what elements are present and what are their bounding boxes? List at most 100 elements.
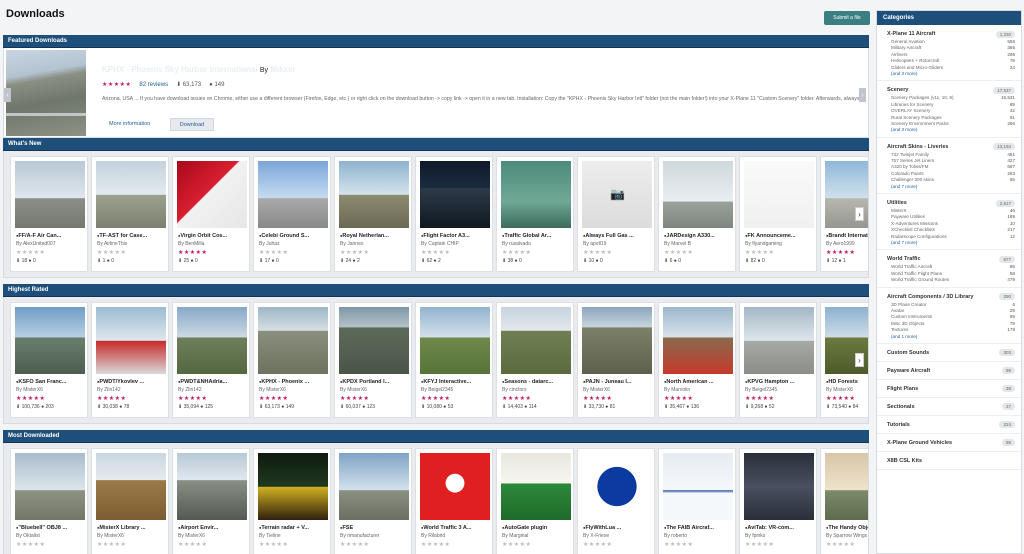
- highest-rated-thumbnail[interactable]: [15, 307, 85, 374]
- category-name[interactable]: Flight Plans: [887, 386, 918, 392]
- highest-rated-card-author[interactable]: By Beigel2345: [421, 387, 491, 393]
- highest-rated-card[interactable]: KFYJ Interactive... By Beigel2345 ★★★★★ ⬇ 1…: [415, 302, 493, 418]
- whats-new-card[interactable]: FK Announceme... By flyandgaming ★★★★★ ⬇ 82…: [739, 156, 817, 272]
- most-downloaded-card-author[interactable]: By nmanufacturer: [340, 533, 410, 539]
- most-downloaded-card-title[interactable]: The Handy Obje...: [826, 525, 868, 531]
- featured-title[interactable]: KPHX - Phoenix Sky Harbor International …: [102, 65, 296, 74]
- category-name[interactable]: Utilities: [887, 200, 907, 206]
- most-downloaded-card-title[interactable]: The FAIB Aircraf...: [664, 525, 734, 531]
- most-downloaded-card-author[interactable]: By Tieline: [259, 533, 329, 539]
- whats-new-card-author[interactable]: By Jannes: [340, 241, 410, 247]
- whats-new-card[interactable]: Traffic Global Ar... By rusalvado ★★★★★ ⬇ 3…: [496, 156, 574, 272]
- whats-new-card-title[interactable]: Celebi Ground S...: [259, 233, 329, 239]
- whats-new-card-title[interactable]: FK Announceme...: [745, 233, 815, 239]
- highest-rated-card-title[interactable]: PAJN - Juneau I...: [583, 379, 653, 385]
- highest-rated-card[interactable]: Seasons - datarc... By cinctors ★★★★★ ⬇ 14,…: [496, 302, 574, 418]
- most-downloaded-thumbnail[interactable]: [501, 453, 571, 520]
- category-more-link[interactable]: (and 3 more): [887, 127, 1015, 133]
- highest-rated-next-arrow[interactable]: ›: [855, 353, 864, 367]
- category-more-link[interactable]: (and 7 more): [887, 240, 1015, 246]
- featured-download-button[interactable]: Download: [170, 118, 214, 131]
- subcategory-name[interactable]: Gliders and Micro-Gliders: [891, 65, 943, 71]
- subcategory-name[interactable]: Challenger 300 skins: [891, 177, 934, 183]
- subcategory-name[interactable]: Textures: [891, 327, 908, 333]
- most-downloaded-card-author[interactable]: By fpinks: [745, 533, 815, 539]
- most-downloaded-card-author[interactable]: By roberto: [664, 533, 734, 539]
- whats-new-card-author[interactable]: By BenMilla: [178, 241, 248, 247]
- category-title[interactable]: Tutorials 224: [887, 420, 1015, 430]
- whats-new-card-author[interactable]: By AirlineThis: [97, 241, 167, 247]
- whats-new-card-author[interactable]: By AlexUnited007: [16, 241, 86, 247]
- category-more-link[interactable]: (and 7 more): [887, 184, 1015, 190]
- whats-new-card-title[interactable]: Virgin Orbit Cos...: [178, 233, 248, 239]
- whats-new-card[interactable]: 📷 Always Full Gas ... By apoll19 ★★★★★ ⬇ 10 …: [577, 156, 655, 272]
- highest-rated-card-author[interactable]: By MisterX6: [826, 387, 868, 393]
- more-information-link[interactable]: More information: [109, 121, 150, 127]
- highest-rated-card[interactable]: KSFO San Franc... By MisterX6 ★★★★★ ⬇ 100,7…: [10, 302, 88, 418]
- whats-new-card[interactable]: JARDesign A330... By Marvel B ★★★★★ ⬇ 6 ● 0: [658, 156, 736, 272]
- highest-rated-card-title[interactable]: HD Forests: [826, 379, 868, 385]
- most-downloaded-card[interactable]: The Handy Obje... By Sparrow Wings ★★★★★: [820, 448, 868, 554]
- category-name[interactable]: X8B CSL Kits: [887, 458, 922, 464]
- whats-new-thumbnail[interactable]: [339, 161, 409, 228]
- highest-rated-card-title[interactable]: KPDX Portland I...: [340, 379, 410, 385]
- most-downloaded-card-title[interactable]: World Traffic 3 A...: [421, 525, 491, 531]
- highest-rated-card[interactable]: PWDT/Ykovlev ... By Zlin142 ★★★★★ ⬇ 30,038 …: [91, 302, 169, 418]
- whats-new-card-title[interactable]: Flight Factor A3...: [421, 233, 491, 239]
- category-title[interactable]: Utilities 2,517: [887, 198, 1015, 208]
- whats-new-thumbnail[interactable]: [420, 161, 490, 228]
- category-name[interactable]: World Traffic: [887, 256, 921, 262]
- whats-new-card-author[interactable]: By flyandgaming: [745, 241, 815, 247]
- whats-new-card-author[interactable]: By rusalvado: [502, 241, 572, 247]
- whats-new-thumbnail[interactable]: [501, 161, 571, 228]
- whats-new-card-author[interactable]: By Captain CHIP: [421, 241, 491, 247]
- highest-rated-thumbnail[interactable]: [582, 307, 652, 374]
- most-downloaded-card-author[interactable]: By X-Friese: [583, 533, 653, 539]
- highest-rated-thumbnail[interactable]: [258, 307, 328, 374]
- highest-rated-card-title[interactable]: KFYJ Interactive...: [421, 379, 491, 385]
- whats-new-thumbnail[interactable]: [177, 161, 247, 228]
- highest-rated-card-author[interactable]: By Beigel2345: [745, 387, 815, 393]
- most-downloaded-card[interactable]: FlyWithLua ... By X-Friese ★★★★★: [577, 448, 655, 554]
- category-more-link[interactable]: (and 1 more): [887, 334, 1015, 340]
- highest-rated-card-author[interactable]: By MisterX6: [340, 387, 410, 393]
- category-name[interactable]: Scenery: [887, 87, 908, 93]
- category-title[interactable]: Scenery 17,537: [887, 85, 1015, 95]
- category-name[interactable]: Tutorials: [887, 422, 910, 428]
- most-downloaded-card[interactable]: AutoGate plugin By Marginal ★★★★★: [496, 448, 574, 554]
- category-title[interactable]: Aircraft Components / 3D Library 290: [887, 292, 1015, 302]
- most-downloaded-thumbnail[interactable]: [582, 453, 652, 520]
- whats-new-card-author[interactable]: By Marvel B: [664, 241, 734, 247]
- highest-rated-card[interactable]: PWDT&NHAdria... By Zlin142 ★★★★★ ⬇ 35,094 ●…: [172, 302, 250, 418]
- highest-rated-card-author[interactable]: By MisterX6: [259, 387, 329, 393]
- highest-rated-card[interactable]: PAJN - Juneau I... By MisterX6 ★★★★★ ⬇ 33,7…: [577, 302, 655, 418]
- highest-rated-card-author[interactable]: By cinctors: [502, 387, 572, 393]
- most-downloaded-thumbnail[interactable]: [339, 453, 409, 520]
- highest-rated-card[interactable]: KPHX - Phoenix ... By MisterX6 ★★★★★ ⬇ 63,1…: [253, 302, 331, 418]
- whats-new-card[interactable]: TF-AST for Case... By AirlineThis ★★★★★ ⬇ 1…: [91, 156, 169, 272]
- category-title[interactable]: Aircraft Skins - Liveries 13,194: [887, 142, 1015, 152]
- category-name[interactable]: X-Plane 11 Aircraft: [887, 31, 935, 37]
- whats-new-card[interactable]: Royal Netherlan... By Jannes ★★★★★ ⬇ 24 ● 2: [334, 156, 412, 272]
- highest-rated-card-author[interactable]: By Zlin142: [178, 387, 248, 393]
- most-downloaded-card[interactable]: The FAIB Aircraf... By roberto ★★★★★: [658, 448, 736, 554]
- most-downloaded-card-title[interactable]: "Bluebell" OBJ8 ...: [16, 525, 86, 531]
- most-downloaded-card-title[interactable]: FlyWithLua ...: [583, 525, 653, 531]
- highest-rated-card-title[interactable]: PWDT/Ykovlev ...: [97, 379, 167, 385]
- most-downloaded-card-author[interactable]: By Oktalist: [16, 533, 86, 539]
- subcategory-name[interactable]: World Traffic Ground Routes: [891, 277, 949, 283]
- most-downloaded-card-title[interactable]: Terrain radar + V...: [259, 525, 329, 531]
- whats-new-next-arrow[interactable]: ›: [855, 207, 864, 221]
- most-downloaded-card-title[interactable]: Airport Envir...: [178, 525, 248, 531]
- whats-new-card[interactable]: Flight Factor A3... By Captain CHIP ★★★★★ ⬇…: [415, 156, 493, 272]
- whats-new-card-author[interactable]: By Juhaz: [259, 241, 329, 247]
- whats-new-card-title[interactable]: Brandt Internatio...: [826, 233, 868, 239]
- most-downloaded-card-author[interactable]: By MisterX6: [97, 533, 167, 539]
- highest-rated-card-title[interactable]: KPVG Hampton ...: [745, 379, 815, 385]
- most-downloaded-card-author[interactable]: By Sparrow Wings: [826, 533, 868, 539]
- whats-new-thumbnail[interactable]: [258, 161, 328, 228]
- most-downloaded-card[interactable]: Terrain radar + V... By Tieline ★★★★★: [253, 448, 331, 554]
- highest-rated-card-author[interactable]: By Marvolin: [664, 387, 734, 393]
- category-title[interactable]: Flight Plans 38: [887, 384, 1015, 394]
- whats-new-card[interactable]: Celebi Ground S... By Juhaz ★★★★★ ⬇ 17 ● 0: [253, 156, 331, 272]
